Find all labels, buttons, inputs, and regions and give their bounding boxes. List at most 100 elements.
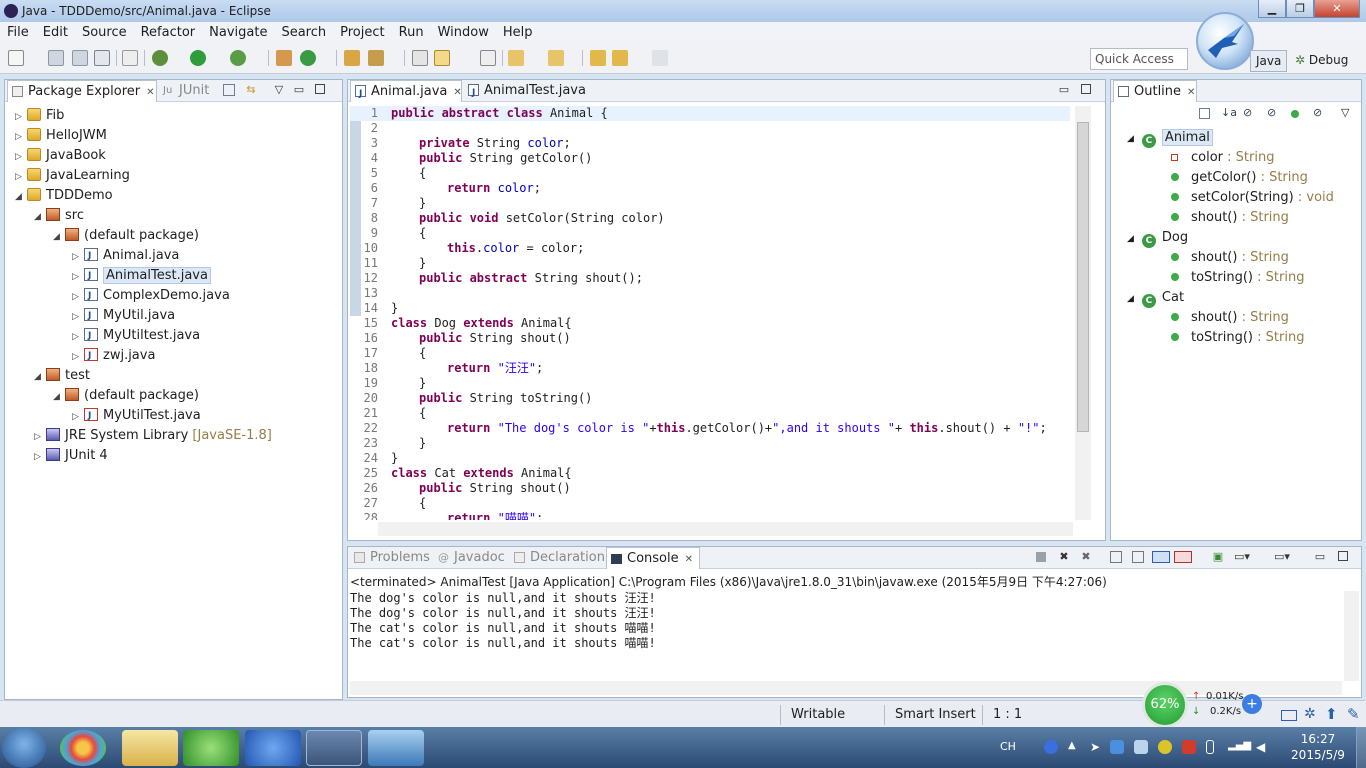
tab-animaltest-java[interactable]: AnimalTest.java [464,80,586,104]
sort-icon[interactable]: ↓a [1221,106,1237,119]
menu-file[interactable]: File [0,25,36,40]
highlight-icon[interactable] [434,50,450,66]
save-icon[interactable] [48,50,64,66]
menu-edit[interactable]: Edit [36,25,75,40]
hide-nonpublic-icon[interactable] [1291,110,1299,118]
horizontal-scrollbar[interactable] [378,522,1073,536]
hide-static-icon[interactable]: ⊘ [1267,106,1276,119]
maximize-view-icon[interactable] [1338,551,1348,561]
volume-icon[interactable]: ◀ [1256,740,1270,754]
tree-item-jre-library[interactable]: ▷ JRE System Library [JavaSE-1.8] [34,426,272,446]
outline-item-cat[interactable]: ◢ C Cat [1127,288,1184,308]
upload-icon[interactable]: ⬆ [1325,705,1338,723]
run-icon[interactable] [190,50,206,66]
tree-item-default-package[interactable]: ◢ (default package) [53,226,199,246]
outline-item-dog-shout[interactable]: shout() : String [1171,248,1289,268]
outline-item-getcolor[interactable]: getColor() : String [1171,168,1308,188]
show-whitespace-icon[interactable] [480,50,496,66]
open-console-icon[interactable]: ▭▾ [1274,551,1290,563]
quick-access-input[interactable]: Quick Access [1090,48,1188,70]
console-output[interactable]: The dog's color is null,and it shouts 汪汪… [350,591,1340,681]
minimize-button[interactable]: ▁ [1258,0,1286,18]
new-java-package-icon[interactable] [276,50,292,66]
help-icon[interactable] [1044,740,1058,754]
taskbar-notes-icon[interactable] [245,730,301,766]
add-circle-icon[interactable]: + [1242,694,1262,714]
display-console-icon[interactable]: ▭▾ [1234,551,1250,563]
outline-item-color[interactable]: color : String [1171,148,1274,168]
hide-local-types-icon[interactable]: ⊘ [1313,106,1322,119]
vertical-scrollbar[interactable] [1075,106,1091,520]
tree-item-myutiltest-java[interactable]: ▷MyUtiltest.java [72,326,200,346]
tree-item-fib[interactable]: ▷ Fib [15,106,64,126]
print-icon[interactable] [94,50,110,66]
tab-junit[interactable]: Ju JUnit [159,80,219,102]
perspective-debug-button[interactable]: ✲ Debug [1290,50,1353,70]
show-stdout-icon[interactable] [1152,551,1170,563]
outline-item-dog-tostring[interactable]: toString() : String [1171,268,1304,288]
battery-icon[interactable] [1206,740,1214,754]
settings-icon[interactable]: ✲ [1304,706,1316,722]
minimize-view-icon[interactable]: ▭ [293,84,305,96]
tab-package-explorer[interactable]: Package Explorer ✕ [7,80,157,102]
taskbar-image-viewer-icon[interactable] [368,730,424,766]
view-menu-icon[interactable]: ▽ [273,84,285,96]
menu-run[interactable]: Run [392,25,431,40]
tray-language[interactable]: CH [1000,740,1016,753]
close-icon[interactable]: ✕ [453,87,461,98]
toggle-mark-icon[interactable] [412,50,428,66]
outline-item-animal[interactable]: ◢ C Animal [1127,128,1213,148]
new-icon[interactable] [8,50,24,66]
tray-app-cloud-icon[interactable] [1134,740,1148,754]
open-type-icon[interactable] [344,50,360,66]
clear-console-icon[interactable] [1110,551,1122,563]
collapse-all-icon[interactable] [223,84,235,96]
show-desktop-button[interactable] [1356,727,1366,768]
minimize-view-icon[interactable]: ▭ [1058,84,1070,96]
menu-refactor[interactable]: Refactor [134,25,203,40]
scroll-thumb[interactable] [1077,122,1089,432]
menu-search[interactable]: Search [274,25,333,40]
last-edit-icon[interactable] [590,50,606,66]
tree-item-default-package-test[interactable]: ◢ (default package) [53,386,199,406]
keyboard-icon[interactable] [1281,710,1297,721]
tree-item-myutiltest-java-test[interactable]: ▷MyUtilTest.java [72,406,201,426]
taskbar-app-pinwheel-icon[interactable] [60,730,106,766]
tray-app-plus-icon[interactable] [1158,740,1172,754]
maximize-button[interactable]: ❐ [1286,0,1314,18]
menu-help[interactable]: Help [496,25,540,40]
tree-item-complexdemo-java[interactable]: ▷ComplexDemo.java [72,286,230,306]
skip-breakpoints-icon[interactable] [122,50,138,66]
console-vertical-scrollbar[interactable] [1344,591,1359,681]
outline-item-shout-abstract[interactable]: shout() : String [1171,208,1289,228]
remove-all-launches-icon[interactable]: ✖ [1080,551,1092,563]
close-button[interactable]: ✕ [1314,0,1360,18]
tree-item-animal-java[interactable]: ▷Animal.java [72,246,179,266]
outline-item-dog[interactable]: ◢ C Dog [1127,228,1188,248]
perspective-java-button[interactable]: Java [1250,50,1288,72]
back-icon[interactable] [612,50,628,66]
maximize-view-icon[interactable] [315,84,325,94]
signal-icon[interactable]: ▂▄▆ [1228,740,1251,754]
tab-problems[interactable]: Problems [350,547,430,569]
taskbar-eclipse-icon[interactable] [306,730,362,766]
outline-item-setcolor[interactable]: setColor(String) : void [1171,188,1334,208]
menu-project[interactable]: Project [333,25,391,40]
outline-item-cat-shout[interactable]: shout() : String [1171,308,1289,328]
tab-declaration[interactable]: Declaration [510,547,605,569]
new-java-class-icon[interactable] [300,50,316,66]
pin-console-icon[interactable]: ▣ [1212,551,1224,563]
scroll-lock-icon[interactable] [1132,551,1144,563]
tree-item-zwj-java[interactable]: ▷zwj.java [72,346,155,366]
taskbar-browser-icon[interactable] [183,730,239,766]
menu-window[interactable]: Window [431,25,496,40]
tab-animal-java[interactable]: Animal.java ✕ [350,80,462,105]
tree-item-hellojwm[interactable]: ▷ HelloJWM [15,126,107,146]
tab-console[interactable]: Console ✕ [606,547,700,569]
search-icon[interactable] [368,50,384,66]
tray-security-icon[interactable] [1182,740,1196,754]
view-menu-icon[interactable]: ▽ [1341,106,1349,119]
tab-outline[interactable]: Outline ✕ [1113,80,1197,102]
close-icon[interactable]: ✕ [1187,87,1195,98]
show-stderr-icon[interactable] [1174,551,1192,563]
